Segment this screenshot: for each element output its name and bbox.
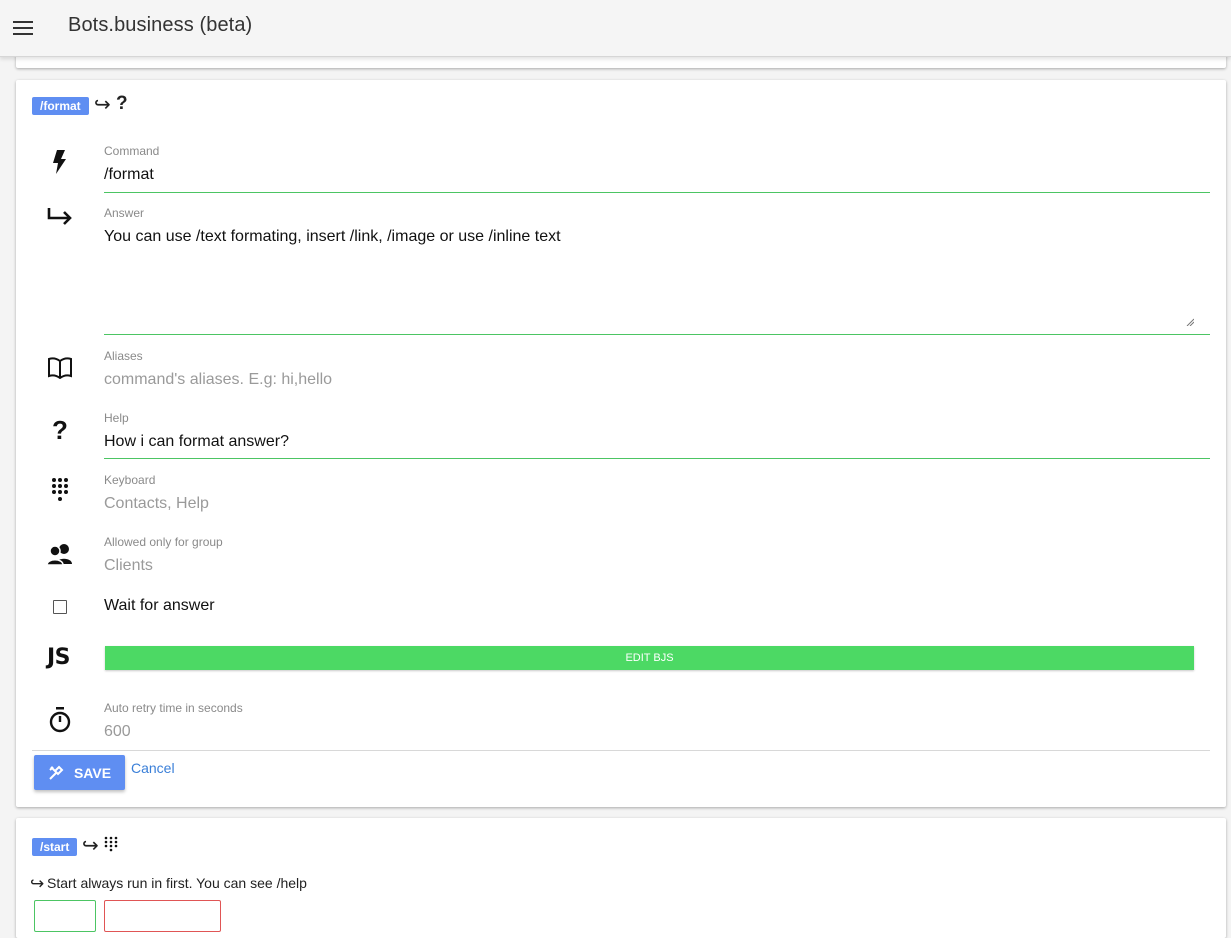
question-icon: ? xyxy=(116,93,128,114)
answer-textarea[interactable]: You can use /text formating, insert /lin… xyxy=(104,228,1194,324)
group-label: Allowed only for group xyxy=(104,535,223,549)
cancel-link[interactable]: Cancel xyxy=(131,760,175,776)
app-bar: Bots.business (beta) xyxy=(0,0,1231,57)
keyboard-input[interactable]: Contacts, Help xyxy=(104,495,1210,513)
command-edit-card: /format ↪ ? Command /format Answer You c… xyxy=(16,80,1226,807)
help-underline xyxy=(104,458,1210,459)
group-input[interactable]: Clients xyxy=(104,557,1210,575)
command-label: Command xyxy=(104,144,160,158)
stopwatch-icon xyxy=(46,706,74,734)
start-command-chip[interactable]: /start xyxy=(32,838,78,856)
book-icon xyxy=(46,354,74,382)
aliases-input[interactable]: command's aliases. E.g: hi,hello xyxy=(104,371,1210,389)
retry-input[interactable]: 600 xyxy=(104,723,1210,741)
tools-icon xyxy=(49,765,64,780)
start-answer-text: Start always run in first. You can see /… xyxy=(47,875,307,891)
command-input[interactable]: /format xyxy=(104,166,1210,184)
reply-arrow-icon: ↪ xyxy=(30,874,45,893)
menu-icon[interactable] xyxy=(12,16,36,40)
help-label: Help xyxy=(104,411,129,425)
edit-command-button[interactable] xyxy=(34,900,96,932)
reply-arrow-icon: ↪ xyxy=(82,835,99,857)
save-button[interactable]: SAVE xyxy=(34,755,125,790)
group-icon xyxy=(46,540,74,568)
edit-bjs-button[interactable]: EDIT BJS xyxy=(105,646,1194,670)
start-command-card: /start ↪ ↪ Start always run in first. Yo… xyxy=(16,818,1226,938)
keyboard-label: Keyboard xyxy=(104,473,156,487)
app-title: Bots.business (beta) xyxy=(68,14,253,36)
retry-label: Auto retry time in seconds xyxy=(104,701,243,715)
keypad-icon xyxy=(46,476,74,504)
answer-label: Answer xyxy=(104,206,145,220)
aliases-label: Aliases xyxy=(104,349,143,363)
wait-for-answer-checkbox[interactable] xyxy=(53,600,67,614)
question-icon: ? xyxy=(52,414,68,445)
save-button-label: SAVE xyxy=(73,764,112,781)
actions-divider xyxy=(32,750,1210,751)
command-underline xyxy=(104,192,1210,193)
reply-arrow-icon: ↪ xyxy=(94,94,111,116)
js-icon: JS xyxy=(47,645,71,670)
help-input[interactable]: How i can format answer? xyxy=(104,433,1210,451)
answer-underline xyxy=(104,334,1210,335)
command-chip: /format xyxy=(32,97,89,115)
delete-command-button[interactable] xyxy=(104,900,221,932)
lightning-icon xyxy=(46,148,74,176)
keypad-icon xyxy=(104,836,118,852)
reply-arrow-icon xyxy=(46,203,74,231)
resize-handle-icon[interactable] xyxy=(1186,318,1194,326)
wait-for-answer-label: Wait for answer xyxy=(104,597,215,614)
